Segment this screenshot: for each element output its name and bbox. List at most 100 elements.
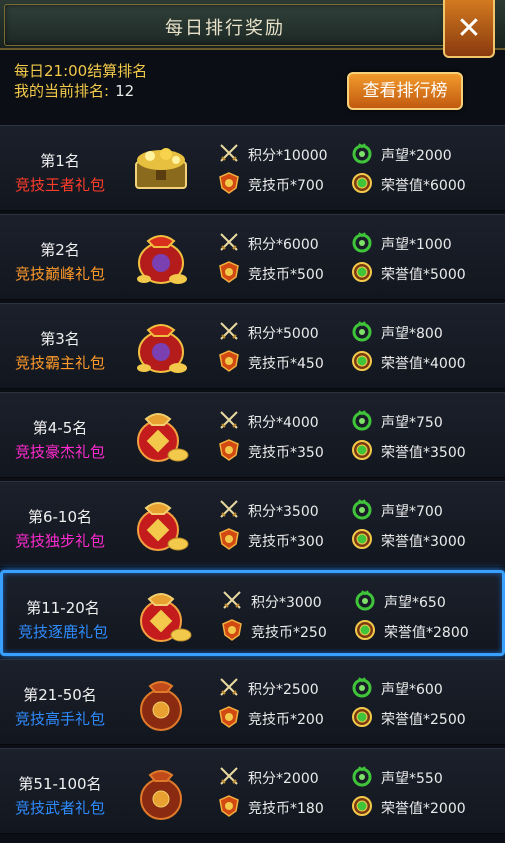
reward-row[interactable]: 第11-20名 竞技逐鹿礼包 积分*3000 竞技币*250 声望*650 荣誉… xyxy=(0,570,505,656)
coin-reward: 竞技币*500 xyxy=(248,267,324,283)
honor-reward: 荣誉值*4000 xyxy=(381,356,466,372)
green-dragon-icon xyxy=(351,765,373,787)
honor-reward: 荣誉值*2800 xyxy=(384,625,469,641)
rank-label: 第6-10名 xyxy=(27,508,93,526)
honor-reward: 荣誉值*5000 xyxy=(381,267,466,283)
coin-reward: 竞技币*350 xyxy=(248,445,324,461)
reward-row[interactable]: 第4-5名 竞技豪杰礼包 积分*4000 竞技币*350 声望*750 荣誉值*… xyxy=(0,392,505,478)
my-rank-line: 我的当前排名: 12 xyxy=(14,81,147,101)
rank-label: 第21-50名 xyxy=(23,686,97,704)
points-reward: 积分*5000 xyxy=(248,326,319,342)
crossed-swords-icon xyxy=(218,676,240,698)
honor-reward: 荣誉值*6000 xyxy=(381,178,466,194)
honor-medal-icon xyxy=(351,706,373,728)
coin-reward: 竞技币*250 xyxy=(251,625,327,641)
honor-medal-icon xyxy=(351,795,373,817)
rank-label: 第4-5名 xyxy=(32,419,88,437)
my-rank-value: 12 xyxy=(115,82,135,100)
points-reward: 积分*4000 xyxy=(248,415,319,431)
gift-name: 竞技武者礼包 xyxy=(14,799,105,817)
honor-medal-icon xyxy=(351,439,373,461)
arena-coin-icon xyxy=(218,350,240,372)
red-bag-icon[interactable] xyxy=(133,585,195,647)
rank-label: 第2名 xyxy=(40,241,80,259)
honor-medal-icon xyxy=(351,350,373,372)
reward-row[interactable]: 第3名 竞技霸主礼包 积分*5000 竞技币*450 声望*800 荣誉值*40… xyxy=(0,303,505,389)
crossed-swords-icon xyxy=(218,409,240,431)
coin-reward: 竞技币*450 xyxy=(248,356,324,372)
gold-bag-icon[interactable] xyxy=(130,316,192,378)
honor-reward: 荣誉值*3500 xyxy=(381,445,466,461)
green-dragon-icon xyxy=(351,676,373,698)
rank-info: 每日21:00结算排名 我的当前排名: 12 xyxy=(14,61,147,101)
honor-medal-icon xyxy=(351,172,373,194)
crossed-swords-icon xyxy=(218,498,240,520)
reward-row[interactable]: 第6-10名 竞技独步礼包 积分*3500 竞技币*300 声望*700 荣誉值… xyxy=(0,481,505,567)
coin-reward: 竞技币*300 xyxy=(248,534,324,550)
arena-coin-icon xyxy=(218,795,240,817)
green-dragon-icon xyxy=(351,142,373,164)
reward-row[interactable]: 第2名 竞技巅峰礼包 积分*6000 竞技币*500 声望*1000 荣誉值*5… xyxy=(0,214,505,300)
points-reward: 积分*6000 xyxy=(248,237,319,253)
coin-reward: 竞技币*180 xyxy=(248,801,324,817)
fame-reward: 声望*650 xyxy=(384,595,446,611)
brown-pouch-icon[interactable] xyxy=(130,761,192,823)
fame-reward: 声望*600 xyxy=(381,682,443,698)
arena-coin-icon xyxy=(218,706,240,728)
close-button[interactable]: ✕ xyxy=(443,0,495,58)
points-reward: 积分*2500 xyxy=(248,682,319,698)
gift-name: 竞技高手礼包 xyxy=(14,710,105,728)
gift-name: 竞技豪杰礼包 xyxy=(14,443,105,461)
title-frame: 每日排行奖励 xyxy=(4,4,446,46)
reward-row[interactable]: 第1名 竞技王者礼包 积分*10000 竞技币*700 声望*2000 荣誉值*… xyxy=(0,125,505,211)
arena-coin-icon xyxy=(218,172,240,194)
green-dragon-icon xyxy=(351,498,373,520)
fame-reward: 声望*800 xyxy=(381,326,443,342)
reward-row[interactable]: 第21-50名 竞技高手礼包 积分*2500 竞技币*200 声望*600 荣誉… xyxy=(0,659,505,745)
green-dragon-icon xyxy=(351,409,373,431)
points-reward: 积分*3000 xyxy=(251,595,322,611)
arena-coin-icon xyxy=(218,439,240,461)
honor-reward: 荣誉值*2000 xyxy=(381,801,466,817)
coin-reward: 竞技币*200 xyxy=(248,712,324,728)
fame-reward: 声望*550 xyxy=(381,771,443,787)
arena-coin-icon xyxy=(218,261,240,283)
coin-reward: 竞技币*700 xyxy=(248,178,324,194)
green-dragon-icon xyxy=(351,231,373,253)
points-reward: 积分*3500 xyxy=(248,504,319,520)
gold-bag-icon[interactable] xyxy=(130,227,192,289)
gift-name: 竞技独步礼包 xyxy=(14,532,105,550)
fame-reward: 声望*2000 xyxy=(381,148,452,164)
rank-label: 第1名 xyxy=(40,152,80,170)
fame-reward: 声望*700 xyxy=(381,504,443,520)
honor-medal-icon xyxy=(351,261,373,283)
brown-pouch-icon[interactable] xyxy=(130,672,192,734)
gift-name: 竞技逐鹿礼包 xyxy=(17,623,108,641)
honor-reward: 荣誉值*2500 xyxy=(381,712,466,728)
fame-reward: 声望*750 xyxy=(381,415,443,431)
reward-row[interactable]: 第51-100名 竞技武者礼包 积分*2000 竞技币*180 声望*550 荣… xyxy=(0,748,505,834)
treasure-chest-icon[interactable] xyxy=(130,138,192,200)
arena-coin-icon xyxy=(218,528,240,550)
rank-label: 第51-100名 xyxy=(18,775,102,793)
rank-label: 第3名 xyxy=(40,330,80,348)
crossed-swords-icon xyxy=(218,765,240,787)
green-dragon-icon xyxy=(354,589,376,611)
title-bar: 每日排行奖励 xyxy=(0,0,505,50)
honor-medal-icon xyxy=(354,619,376,641)
honor-medal-icon xyxy=(351,528,373,550)
points-reward: 积分*10000 xyxy=(248,148,328,164)
red-bag-icon[interactable] xyxy=(130,405,192,467)
page-title: 每日排行奖励 xyxy=(165,18,285,39)
gift-name: 竞技王者礼包 xyxy=(14,176,105,194)
gift-name: 竞技霸主礼包 xyxy=(14,354,105,372)
fame-reward: 声望*1000 xyxy=(381,237,452,253)
rank-label: 第11-20名 xyxy=(26,599,100,617)
my-rank-label: 我的当前排名: xyxy=(14,82,110,100)
red-bag-icon[interactable] xyxy=(130,494,192,556)
arena-coin-icon xyxy=(221,619,243,641)
view-ranking-button[interactable]: 查看排行榜 xyxy=(347,72,463,110)
honor-reward: 荣誉值*3000 xyxy=(381,534,466,550)
points-reward: 积分*2000 xyxy=(248,771,319,787)
crossed-swords-icon xyxy=(221,589,243,611)
